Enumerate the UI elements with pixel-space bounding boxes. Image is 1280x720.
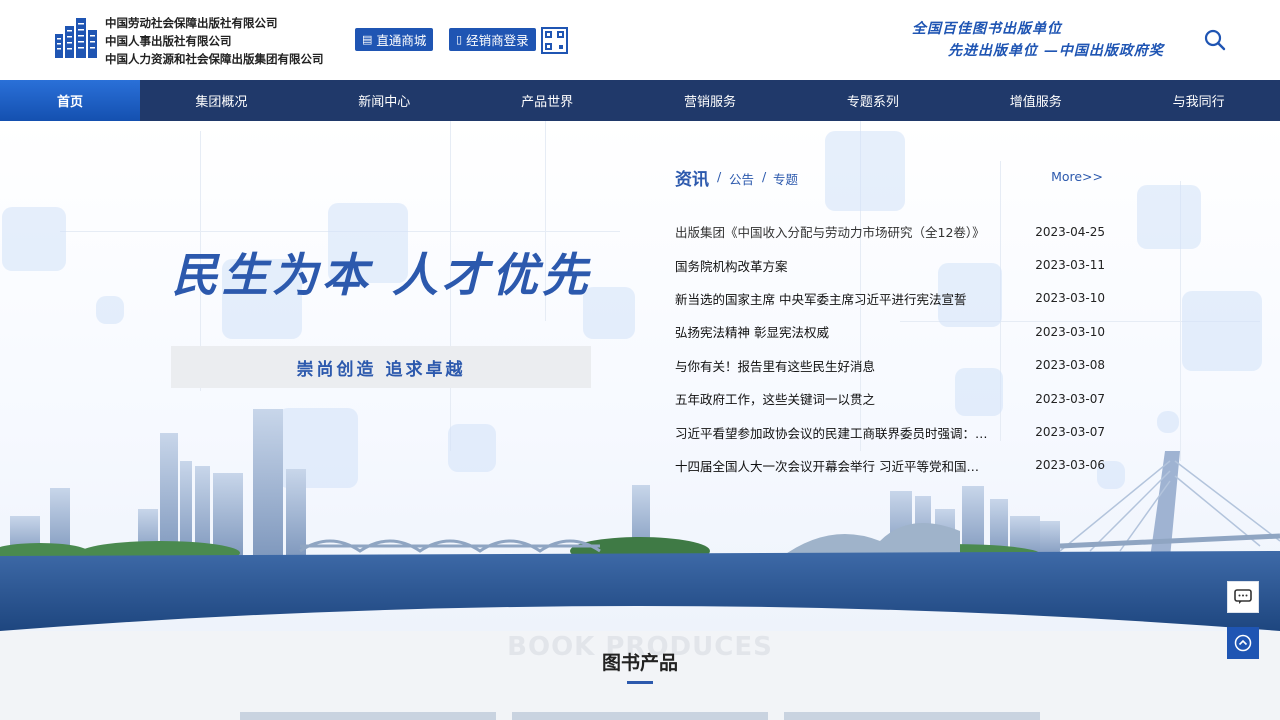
news-title[interactable]: 与你有关！报告里有这些民生好消息 xyxy=(675,356,990,375)
news-title[interactable]: 出版集团《中国收入分配与劳动力市场研究（全12卷）》 xyxy=(675,222,990,241)
org-names: 中国劳动社会保障出版社有限公司 中国人事出版社有限公司 中国人力资源和社会保障出… xyxy=(105,14,324,68)
dealer-login-button[interactable]: ▯ 经销商登录 xyxy=(449,28,536,51)
book-icon: ▤ xyxy=(362,33,373,46)
list-item[interactable]: 国务院机构改革方案 2023-03-11 xyxy=(675,248,1105,281)
news-title[interactable]: 新当选的国家主席 中央军委主席习近平进行宪法宣誓 xyxy=(675,289,990,308)
list-item[interactable]: 五年政府工作，这些关键词一以贯之 2023-03-07 xyxy=(675,382,1105,415)
tab-notice[interactable]: 公告 xyxy=(729,169,754,188)
product-card[interactable] xyxy=(512,712,768,720)
header: 中国劳动社会保障出版社有限公司 中国人事出版社有限公司 中国人力资源和社会保障出… xyxy=(0,0,1280,80)
dealer-login-label: 经销商登录 xyxy=(466,33,529,48)
news-title[interactable]: 五年政府工作，这些关键词一以贯之 xyxy=(675,389,990,408)
news-date: 2023-03-10 xyxy=(1035,324,1105,339)
list-item[interactable]: 出版集团《中国收入分配与劳动力市场研究（全12卷）》 2023-04-25 xyxy=(675,215,1105,248)
hero-subtitle: 崇尚创造 追求卓越 xyxy=(171,346,591,388)
chat-icon xyxy=(1234,589,1252,604)
qr-code-icon[interactable] xyxy=(541,27,568,54)
deco-square xyxy=(1137,185,1201,249)
hero-banner: 民生为本 人才优先 崇尚创造 追求卓越 资讯 / 公告 / 专题 More>> … xyxy=(0,121,1280,631)
news-title[interactable]: 国务院机构改革方案 xyxy=(675,256,990,275)
tab-news[interactable]: 资讯 xyxy=(675,165,709,190)
book-products-section: BOOK PRODUCES 图书产品 xyxy=(0,600,1280,720)
nav-news-center[interactable]: 新闻中心 xyxy=(303,80,466,121)
hero-title: 民生为本 人才优先 xyxy=(172,248,593,302)
news-title[interactable]: 习近平看望参加政协会议的民建工商联界委员时强调：正确 xyxy=(675,423,990,442)
list-item[interactable]: 弘扬宪法精神 彰显宪法权威 2023-03-10 xyxy=(675,315,1105,348)
nav-join-us[interactable]: 与我同行 xyxy=(1117,80,1280,121)
news-more-link[interactable]: More>> xyxy=(1051,169,1103,184)
news-date: 2023-03-08 xyxy=(1035,358,1105,373)
deco-square xyxy=(1182,291,1262,371)
tab-separator: / xyxy=(717,169,722,184)
list-item[interactable]: 习近平看望参加政协会议的民建工商联界委员时强调：正确 2023-03-07 xyxy=(675,415,1105,448)
nav-group-overview[interactable]: 集团概况 xyxy=(140,80,303,121)
news-date: 2023-04-25 xyxy=(1035,224,1105,239)
phone-icon: ▯ xyxy=(456,33,463,46)
tab-topic[interactable]: 专题 xyxy=(773,169,798,188)
nav-home[interactable]: 首页 xyxy=(0,80,140,121)
logo-icon[interactable] xyxy=(55,18,97,58)
tab-separator: / xyxy=(762,169,767,184)
org-name-3: 中国人力资源和社会保障出版集团有限公司 xyxy=(105,52,324,66)
news-list: 出版集团《中国收入分配与劳动力市场研究（全12卷）》 2023-04-25 国务… xyxy=(675,215,1105,482)
org-name-2: 中国人事出版社有限公司 xyxy=(105,34,232,48)
deco-square xyxy=(2,207,66,271)
deco-square xyxy=(96,296,124,324)
list-item[interactable]: 十四届全国人大一次会议开幕会举行 习近平等党和国家领导人 2023-03-06 xyxy=(675,449,1105,482)
news-date: 2023-03-10 xyxy=(1035,291,1105,306)
news-date: 2023-03-11 xyxy=(1035,258,1105,273)
mall-button-label: 直通商城 xyxy=(376,33,427,48)
news-tabs: 资讯 / 公告 / 专题 More>> xyxy=(675,165,1103,190)
arrow-up-icon xyxy=(1234,634,1252,652)
main-nav: 首页 集团概况 新闻中心 产品世界 营销服务 专题系列 增值服务 与我同行 xyxy=(0,80,1280,121)
nav-marketing-service[interactable]: 营销服务 xyxy=(629,80,792,121)
products-title: 图书产品 xyxy=(601,652,678,674)
slogan-line1: 全国百佳图书出版单位 xyxy=(912,21,1062,37)
list-item[interactable]: 与你有关！报告里有这些民生好消息 2023-03-08 xyxy=(675,349,1105,382)
product-card[interactable] xyxy=(240,712,496,720)
nav-product-world[interactable]: 产品世界 xyxy=(466,80,629,121)
nav-value-added[interactable]: 增值服务 xyxy=(954,80,1117,121)
news-title[interactable]: 弘扬宪法精神 彰显宪法权威 xyxy=(675,322,990,341)
news-date: 2023-03-06 xyxy=(1035,458,1105,473)
back-to-top-button[interactable] xyxy=(1227,627,1259,659)
mall-button[interactable]: ▤ 直通商城 xyxy=(355,28,434,51)
list-item[interactable]: 新当选的国家主席 中央军委主席习近平进行宪法宣誓 2023-03-10 xyxy=(675,282,1105,315)
chat-button[interactable] xyxy=(1227,581,1259,613)
slogan-line2: 先进出版单位 —中国出版政府奖 xyxy=(948,43,1164,59)
product-card[interactable] xyxy=(784,712,1040,720)
news-title[interactable]: 十四届全国人大一次会议开幕会举行 习近平等党和国家领导人 xyxy=(675,456,990,475)
news-date: 2023-03-07 xyxy=(1035,391,1105,406)
news-date: 2023-03-07 xyxy=(1035,425,1105,440)
search-icon[interactable] xyxy=(1204,29,1226,51)
title-underline xyxy=(627,681,653,684)
nav-special-series[interactable]: 专题系列 xyxy=(791,80,954,121)
org-name-1: 中国劳动社会保障出版社有限公司 xyxy=(105,16,278,30)
